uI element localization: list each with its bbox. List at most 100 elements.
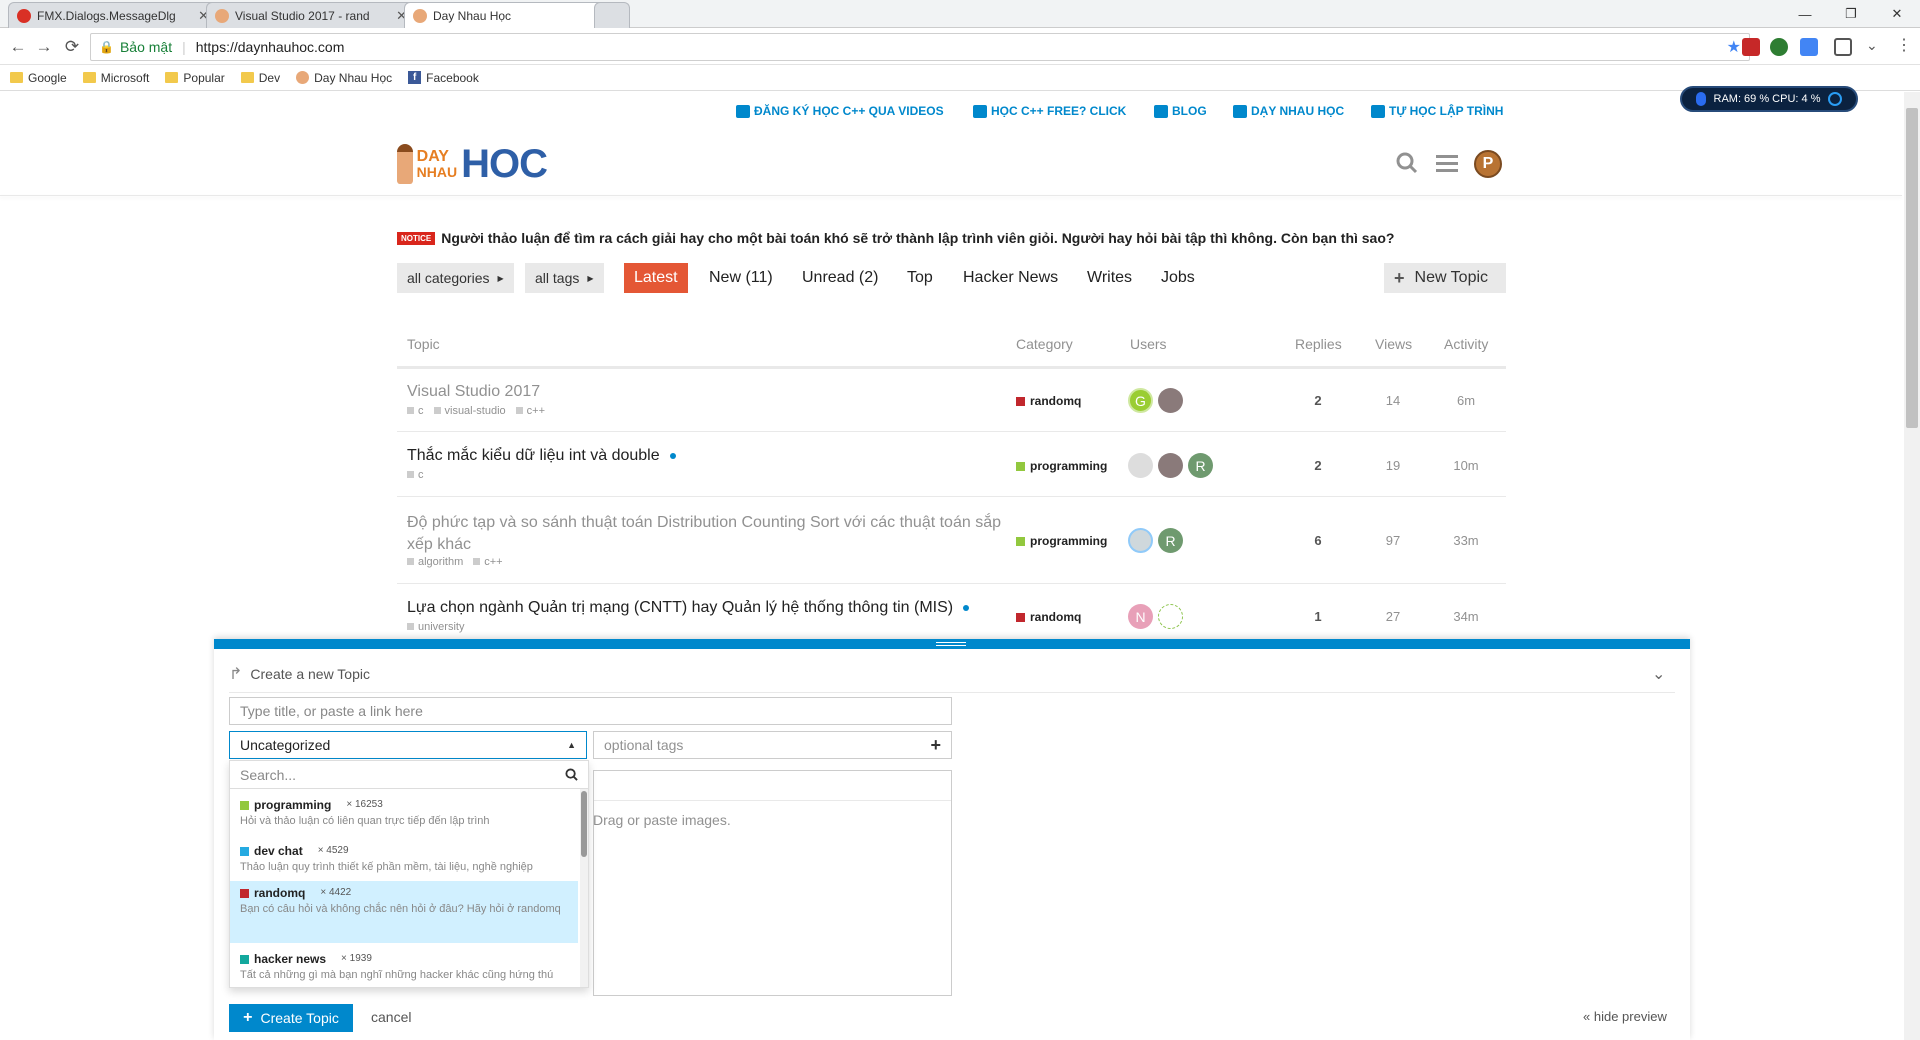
composer-resize-grip[interactable] bbox=[936, 642, 966, 646]
dropdown-scrollbar-thumb[interactable] bbox=[581, 791, 587, 857]
close-window-button[interactable]: ✕ bbox=[1874, 0, 1920, 28]
tag[interactable]: visual-studio bbox=[434, 405, 506, 417]
tab-fmx[interactable]: FMX.Dialogs.MessageDlg ✕ bbox=[8, 2, 218, 28]
avatar[interactable] bbox=[1158, 388, 1183, 413]
activity-time[interactable]: 10m bbox=[1436, 458, 1496, 473]
nav-hacker-news[interactable]: Hacker News bbox=[953, 263, 1068, 293]
hide-preview-link[interactable]: « hide preview bbox=[1583, 1009, 1667, 1024]
extension-globe-icon[interactable] bbox=[1770, 38, 1788, 56]
topic-title-input[interactable] bbox=[229, 697, 952, 725]
nav-writes[interactable]: Writes bbox=[1077, 263, 1142, 293]
bookmark-dev[interactable]: Dev bbox=[240, 71, 280, 85]
tags-input[interactable]: optional tags + bbox=[593, 731, 952, 759]
search-icon[interactable] bbox=[1394, 150, 1420, 176]
minimize-button[interactable]: — bbox=[1782, 0, 1828, 28]
avatar[interactable]: N bbox=[1128, 604, 1153, 629]
extension-translate-icon[interactable] bbox=[1800, 38, 1818, 56]
page-scrollbar-thumb[interactable] bbox=[1906, 108, 1918, 428]
category-option-hacker-news[interactable]: hacker news × 1939 Tất cả những gì mà bạn… bbox=[230, 947, 578, 987]
nav-jobs[interactable]: Jobs bbox=[1151, 263, 1205, 293]
chevron-down-icon[interactable]: ⌄ bbox=[1866, 37, 1878, 54]
header-activity[interactable]: Activity bbox=[1444, 336, 1488, 352]
category-option-programming[interactable]: programming × 16253 Hỏi và thảo luận có l… bbox=[230, 793, 578, 833]
category-badge[interactable]: randomq bbox=[1016, 394, 1081, 408]
avatar[interactable]: R bbox=[1158, 528, 1183, 553]
avatar[interactable] bbox=[1158, 604, 1183, 629]
opera-favicon-icon bbox=[17, 8, 31, 23]
header-views[interactable]: Views bbox=[1375, 336, 1412, 352]
address-bar[interactable]: 🔒 Bảo mật | https://daynhauhoc.com ★ bbox=[90, 33, 1750, 61]
bookmark-popular[interactable]: Popular bbox=[165, 71, 225, 85]
table-row[interactable]: Visual Studio 2017 c visual-studio c++ r… bbox=[397, 369, 1506, 432]
default-avatar-icon[interactable] bbox=[1128, 453, 1153, 478]
tab-day-nhau-hoc[interactable]: Day Nhau Học ✕ bbox=[404, 2, 614, 28]
maximize-button[interactable]: ❐ bbox=[1828, 0, 1874, 28]
create-topic-button[interactable]: + Create Topic bbox=[229, 1004, 353, 1032]
topic-title[interactable]: Thắc mắc kiểu dữ liệu int và double bbox=[407, 447, 676, 465]
category-option-dev-chat[interactable]: dev chat × 4529 Thảo luận quy trình thiết… bbox=[230, 839, 578, 879]
tag[interactable]: c++ bbox=[516, 405, 545, 417]
tag[interactable]: university bbox=[407, 621, 464, 633]
nav-latest[interactable]: Latest bbox=[624, 263, 688, 293]
category-badge[interactable]: programming bbox=[1016, 459, 1107, 473]
top-link-self-learning[interactable]: TỰ HỌC LẬP TRÌNH bbox=[1371, 104, 1503, 118]
default-avatar-icon[interactable] bbox=[1128, 528, 1153, 553]
site-logo[interactable]: DAY NHAU HOC bbox=[397, 140, 548, 188]
topic-title[interactable]: Lựa chọn ngành Quản trị mạng (CNTT) hay … bbox=[407, 599, 970, 617]
category-option-randomq[interactable]: randomq × 4422 Bạn có câu hỏi và không ch… bbox=[230, 881, 578, 943]
forward-button[interactable]: → bbox=[32, 35, 56, 59]
menu-dots-icon[interactable]: ⋮ bbox=[1896, 35, 1912, 55]
new-tab-button[interactable] bbox=[594, 2, 630, 28]
tag[interactable]: algorithm bbox=[407, 556, 463, 568]
avatar[interactable]: R bbox=[1188, 453, 1213, 478]
bookmark-daynhauhoc[interactable]: Day Nhau Học bbox=[296, 71, 392, 85]
editor-textarea[interactable] bbox=[593, 770, 952, 996]
avatar[interactable]: G bbox=[1128, 388, 1153, 413]
nav-top[interactable]: Top bbox=[897, 263, 943, 293]
topic-title[interactable]: Visual Studio 2017 bbox=[407, 383, 540, 401]
activity-time[interactable]: 33m bbox=[1436, 533, 1496, 548]
collapse-chevron-icon[interactable]: ⌄ bbox=[1652, 664, 1665, 684]
crop-icon[interactable] bbox=[1834, 38, 1852, 56]
header-category[interactable]: Category bbox=[1016, 336, 1073, 352]
category-badge[interactable]: programming bbox=[1016, 534, 1107, 548]
cancel-link[interactable]: cancel bbox=[371, 1009, 411, 1025]
back-button[interactable]: ← bbox=[6, 35, 30, 59]
reload-button[interactable]: ⟳ bbox=[60, 35, 84, 59]
bookmark-facebook[interactable]: f Facebook bbox=[408, 71, 479, 85]
tag[interactable]: c bbox=[407, 405, 424, 417]
table-row[interactable]: Thắc mắc kiểu dữ liệu int và double c pr… bbox=[397, 433, 1506, 497]
bookmark-google[interactable]: Google bbox=[10, 71, 67, 85]
hamburger-menu-icon[interactable] bbox=[1434, 150, 1460, 176]
bookmark-star-icon[interactable]: ★ bbox=[1727, 37, 1741, 57]
category-selected-label: Uncategorized bbox=[240, 737, 331, 753]
extension-ublock-icon[interactable] bbox=[1742, 38, 1760, 56]
new-topic-button[interactable]: + New Topic bbox=[1384, 263, 1506, 293]
category-search-input[interactable]: Search... bbox=[230, 761, 588, 789]
nav-new[interactable]: New (11) bbox=[699, 263, 783, 293]
tag[interactable]: c bbox=[407, 469, 424, 481]
refresh-icon[interactable] bbox=[1828, 92, 1843, 106]
topic-title[interactable]: Độ phức tạp và so sánh thuật toán Distri… bbox=[407, 512, 1001, 556]
top-link-videos[interactable]: ĐĂNG KÝ HỌC C++ QUA VIDEOS bbox=[736, 104, 944, 118]
top-link-facebook-page[interactable]: DẠY NHAU HỌC bbox=[1233, 104, 1344, 118]
avatar[interactable] bbox=[1158, 453, 1183, 478]
bookmark-microsoft[interactable]: Microsoft bbox=[82, 71, 149, 85]
all-categories-dropdown[interactable]: all categories ▶ bbox=[397, 263, 514, 293]
activity-time[interactable]: 6m bbox=[1436, 393, 1496, 408]
table-row[interactable]: Độ phức tạp và so sánh thuật toán Distri… bbox=[397, 498, 1506, 584]
category-select[interactable]: Uncategorized ▲ bbox=[229, 731, 587, 759]
top-link-free[interactable]: HỌC C++ FREE? CLICK bbox=[973, 104, 1126, 118]
user-avatar[interactable]: P bbox=[1474, 150, 1502, 178]
nav-unread[interactable]: Unread (2) bbox=[792, 263, 888, 293]
url-text: https://daynhauhoc.com bbox=[195, 39, 345, 55]
tag[interactable]: c++ bbox=[473, 556, 502, 568]
tab-visual-studio[interactable]: Visual Studio 2017 - rand ✕ bbox=[206, 2, 416, 28]
activity-time[interactable]: 34m bbox=[1436, 609, 1496, 624]
header-replies[interactable]: Replies bbox=[1295, 336, 1342, 352]
top-link-blog[interactable]: BLOG bbox=[1154, 104, 1207, 118]
all-tags-dropdown[interactable]: all tags ▶ bbox=[525, 263, 604, 293]
header-topic[interactable]: Topic bbox=[407, 336, 440, 352]
table-row[interactable]: Lựa chọn ngành Quản trị mạng (CNTT) hay … bbox=[397, 585, 1506, 641]
category-badge[interactable]: randomq bbox=[1016, 610, 1081, 624]
